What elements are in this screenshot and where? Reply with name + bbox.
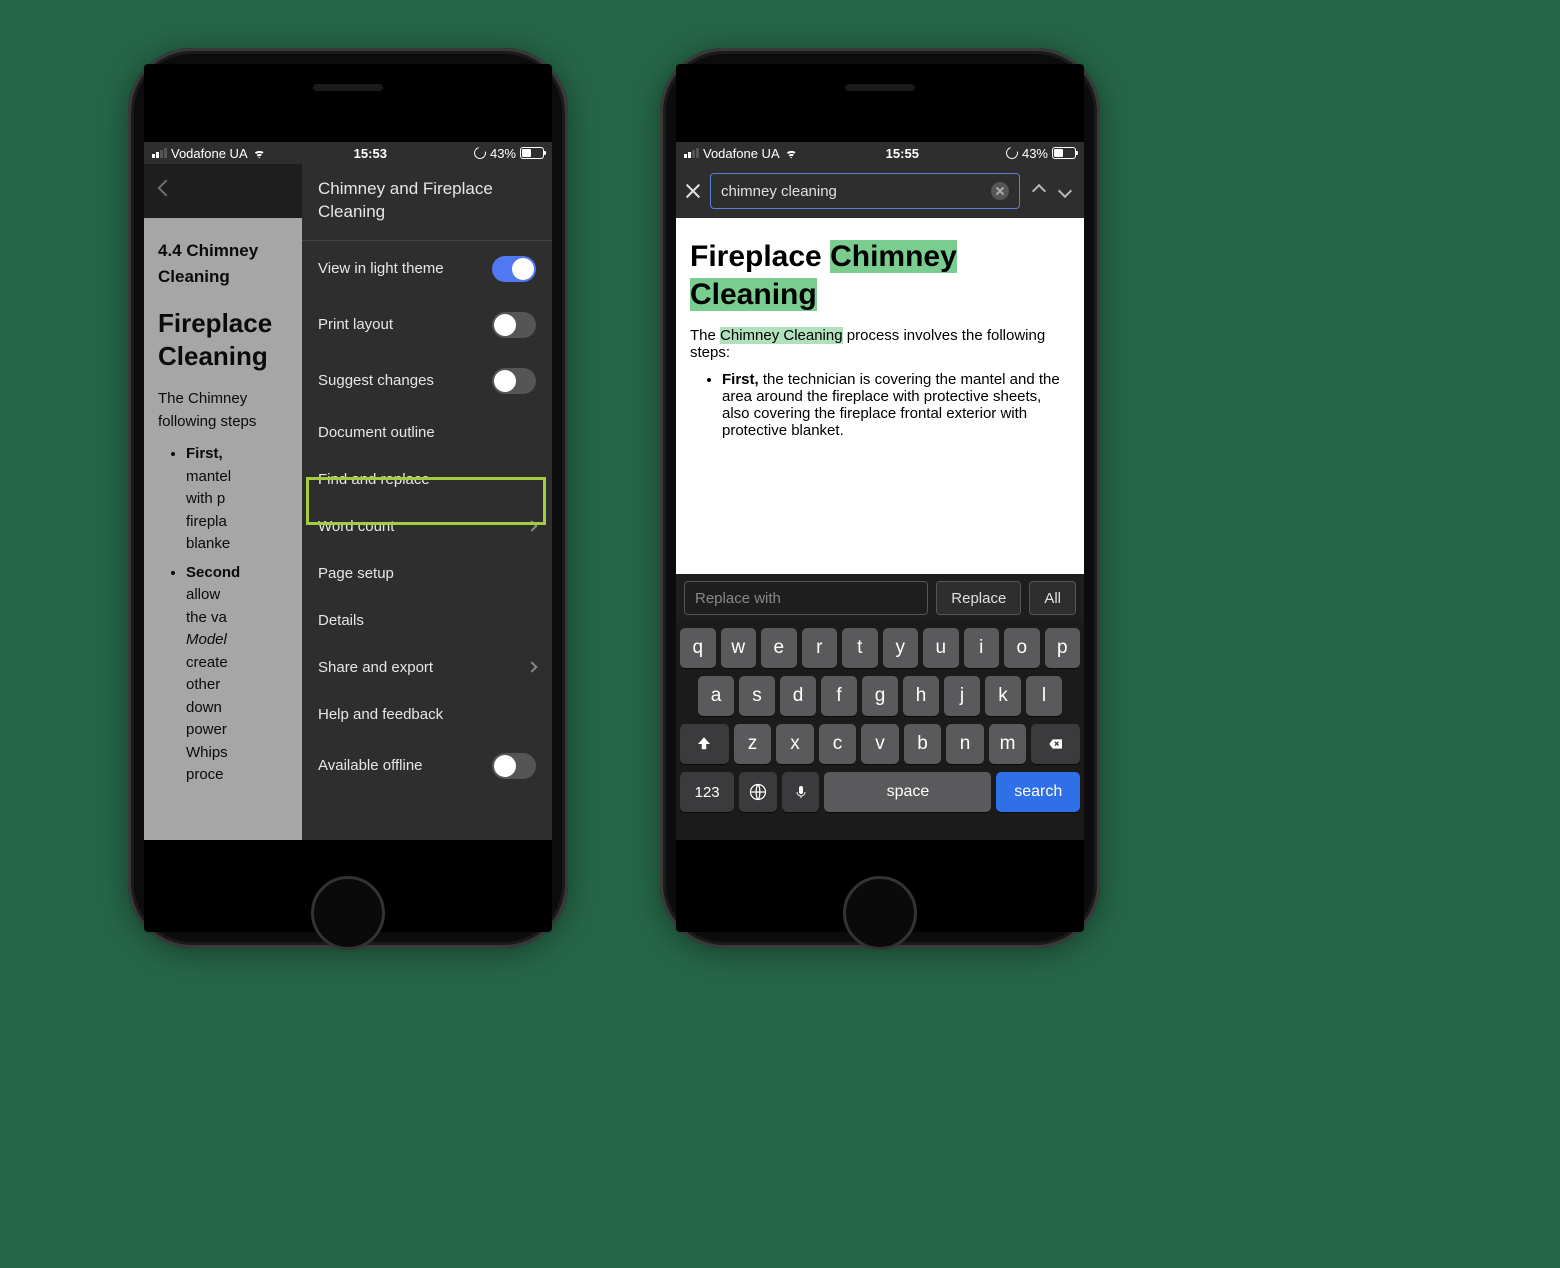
clear-icon[interactable] [991, 182, 1009, 200]
toggle-offline[interactable] [492, 753, 536, 779]
list-item: First, the technician is covering the ma… [722, 371, 1070, 439]
shift-icon [695, 735, 713, 753]
signal-icon [152, 148, 167, 158]
next-match-icon[interactable] [1058, 184, 1072, 198]
key-k[interactable]: k [985, 676, 1021, 716]
overflow-menu-drawer: Chimney and Fireplace Cleaning View in l… [302, 164, 552, 840]
key-m[interactable]: m [989, 724, 1027, 764]
replace-input[interactable]: Replace with [684, 581, 928, 615]
menu-suggest-changes[interactable]: Suggest changes [302, 353, 552, 409]
key-v[interactable]: v [861, 724, 899, 764]
prev-match-icon[interactable] [1032, 184, 1046, 198]
key-i[interactable]: i [964, 628, 1000, 668]
wifi-icon [784, 148, 799, 159]
sync-icon [1004, 145, 1020, 161]
menu-details[interactable]: Details [302, 597, 552, 644]
key-c[interactable]: c [819, 724, 857, 764]
mic-key[interactable] [782, 772, 820, 812]
toggle-suggest[interactable] [492, 368, 536, 394]
mic-icon [793, 782, 809, 802]
sync-icon [472, 145, 488, 161]
status-bar: Vodafone UA 15:53 43% [144, 142, 552, 164]
doc-paragraph: The Chimney Cleaning process involves th… [690, 327, 1070, 361]
key-y[interactable]: y [883, 628, 919, 668]
key-d[interactable]: d [780, 676, 816, 716]
drawer-title: Chimney and Fireplace Cleaning [302, 164, 552, 241]
key-x[interactable]: x [776, 724, 814, 764]
menu-share-export[interactable]: Share and export [302, 644, 552, 691]
carrier-label: Vodafone UA [171, 146, 248, 161]
toggle-print-layout[interactable] [492, 312, 536, 338]
carrier-label: Vodafone UA [703, 146, 780, 161]
home-button[interactable] [311, 876, 385, 950]
battery-pct: 43% [490, 146, 516, 161]
backspace-key[interactable] [1031, 724, 1080, 764]
chevron-right-icon [526, 662, 537, 673]
keyboard[interactable]: qwertyuiop asdfghjkl zxcvbnm 123 space [676, 622, 1084, 840]
close-icon[interactable] [684, 182, 702, 200]
doc-title: Fireplace Chimney Cleaning [690, 238, 1070, 313]
battery-icon [520, 147, 544, 159]
battery-pct: 43% [1022, 146, 1048, 161]
menu-find-replace[interactable]: Find and replace [302, 456, 552, 503]
key-g[interactable]: g [862, 676, 898, 716]
key-o[interactable]: o [1004, 628, 1040, 668]
menu-document-outline[interactable]: Document outline [302, 409, 552, 456]
key-n[interactable]: n [946, 724, 984, 764]
key-e[interactable]: e [761, 628, 797, 668]
signal-icon [684, 148, 699, 158]
wifi-icon [252, 148, 267, 159]
menu-help-feedback[interactable]: Help and feedback [302, 691, 552, 738]
key-b[interactable]: b [904, 724, 942, 764]
menu-page-setup[interactable]: Page setup [302, 550, 552, 597]
key-u[interactable]: u [923, 628, 959, 668]
shift-key[interactable] [680, 724, 729, 764]
phone-mockup-right: Vodafone UA 15:55 43% chimney cleaning [660, 48, 1100, 948]
key-q[interactable]: q [680, 628, 716, 668]
status-bar: Vodafone UA 15:55 43% [676, 142, 1084, 164]
menu-available-offline[interactable]: Available offline [302, 738, 552, 794]
key-r[interactable]: r [802, 628, 838, 668]
search-input[interactable]: chimney cleaning [710, 173, 1020, 209]
key-a[interactable]: a [698, 676, 734, 716]
key-t[interactable]: t [842, 628, 878, 668]
menu-light-theme[interactable]: View in light theme [302, 241, 552, 297]
numbers-key[interactable]: 123 [680, 772, 734, 812]
replace-all-button[interactable]: All [1029, 581, 1076, 615]
key-h[interactable]: h [903, 676, 939, 716]
key-z[interactable]: z [734, 724, 772, 764]
battery-icon [1052, 147, 1076, 159]
clock: 15:55 [886, 146, 919, 161]
globe-key[interactable] [739, 772, 777, 812]
menu-word-count[interactable]: Word count [302, 503, 552, 550]
find-toolbar: chimney cleaning [676, 164, 1084, 218]
search-key[interactable]: search [996, 772, 1080, 812]
key-f[interactable]: f [821, 676, 857, 716]
key-p[interactable]: p [1045, 628, 1081, 668]
home-button[interactable] [843, 876, 917, 950]
clock: 15:53 [354, 146, 387, 161]
chevron-right-icon [526, 521, 537, 532]
menu-print-layout[interactable]: Print layout [302, 297, 552, 353]
globe-icon [748, 782, 768, 802]
backspace-icon [1045, 736, 1067, 752]
key-w[interactable]: w [721, 628, 757, 668]
key-j[interactable]: j [944, 676, 980, 716]
replace-toolbar: Replace with Replace All [676, 574, 1084, 622]
replace-button[interactable]: Replace [936, 581, 1021, 615]
space-key[interactable]: space [824, 772, 991, 812]
key-s[interactable]: s [739, 676, 775, 716]
key-l[interactable]: l [1026, 676, 1062, 716]
phone-mockup-left: Vodafone UA 15:53 43% 4.4 Chimney Clea [128, 48, 568, 948]
toggle-light-theme[interactable] [492, 256, 536, 282]
